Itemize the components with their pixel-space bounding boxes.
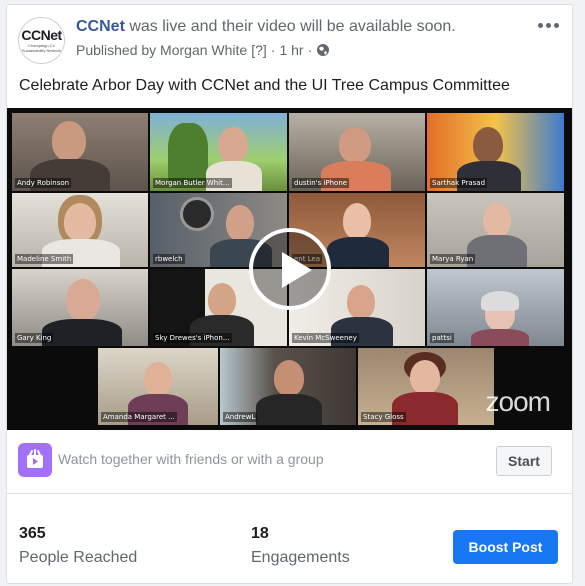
watch-together-text: Watch together with friends or with a gr… [58,451,324,467]
post-body-text: Celebrate Arbor Day with CCNet and the U… [19,77,510,94]
participant-name: Amanda Margaret ... [101,412,177,422]
zoom-watermark: zoom [485,386,551,417]
participant-name: AndrewL [223,412,258,422]
participant-name: Stacy Gloss [361,412,406,422]
participant-tile-active: Morgan Butler Whit... [150,113,287,191]
avatar-logo-subtext: Champaign Co Sustainability Network [21,43,62,53]
engagements-value: 18 [251,525,269,542]
more-dot-icon [537,22,543,28]
post-header: CCNet Champaign Co Sustainability Networ… [7,5,572,67]
participant-name: Morgan Butler Whit... [153,178,232,188]
participant-tile: pattsi [427,269,564,346]
participant-tile: Madeline Smith [12,193,148,267]
meta-separator-2: · [307,42,313,58]
participant-tile: AndrewL [220,348,356,425]
watch-party-icon [18,443,52,477]
more-dot-icon [553,22,559,28]
play-button[interactable] [249,228,331,310]
participant-name: Marya Ryan [430,254,476,264]
participant-tile: Stacy Gloss [358,348,494,425]
participant-name: dustin's iPhone [292,178,350,188]
participant-tile: Amanda Margaret ... [98,348,218,425]
people-reached-label: People Reached [19,549,138,566]
participant-name: rbwelch [153,254,185,264]
people-reached-stat[interactable]: 365 People Reached [19,525,137,567]
page-avatar[interactable]: CCNet Champaign Co Sustainability Networ… [18,17,65,64]
live-status-text: was live and their video will be availab… [124,18,456,35]
participant-name: Andy Robinson [15,178,72,188]
globe-icon[interactable] [316,43,330,57]
live-video[interactable]: Andy Robinson Morgan Butler Whit... dust… [7,108,572,430]
participant-tile: Sarthak Prasad [427,113,564,191]
start-watch-party-button[interactable]: Start [496,446,552,476]
people-reached-value: 365 [19,525,46,542]
meta-separator: · [270,42,276,58]
participant-tile: Gary King [12,269,148,346]
participant-name: pattsi [430,333,454,343]
participant-name: Kevin McSweeney [292,333,359,343]
engagements-stat[interactable]: 18 Engagements [251,525,350,567]
avatar-logo-text: CCNet [21,27,62,43]
participant-name: Madeline Smith [15,254,74,264]
post-time[interactable]: 1 hr [279,42,303,58]
participant-tile: Andy Robinson [12,113,148,191]
page-name-link[interactable]: CCNet [76,18,125,35]
more-dot-icon [545,22,551,28]
participant-name: Gary King [15,333,54,343]
bracket-note[interactable]: [?] [251,42,267,58]
engagements-label: Engagements [251,549,350,566]
boost-post-button[interactable]: Boost Post [453,530,558,564]
participant-tile: Marya Ryan [427,193,564,267]
participant-name: Sarthak Prasad [430,178,488,188]
participant-tile: dustin's iPhone [289,113,425,191]
post-meta: Published by Morgan White [?] · 1 hr · [76,42,330,58]
watch-together-bar: Watch together with friends or with a gr… [7,430,572,494]
participant-name: Sky Drewes's iPhon... [153,333,232,343]
more-options-button[interactable] [536,15,560,35]
post-card: CCNet Champaign Co Sustainability Networ… [6,4,573,584]
published-by-text[interactable]: Published by Morgan White [76,42,247,58]
post-headline: CCNet was live and their video will be a… [76,18,456,36]
